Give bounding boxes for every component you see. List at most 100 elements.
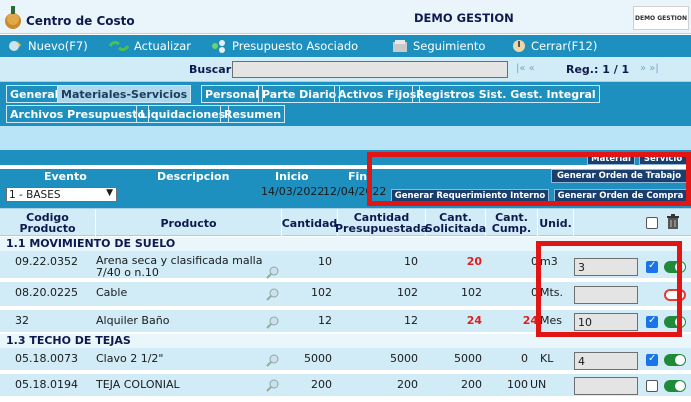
tab-parte-diario[interactable]: Parte Diario bbox=[258, 85, 341, 103]
toolbar: Nuevo(F7) Actualizar Presupuesto Asociad… bbox=[0, 35, 691, 57]
qty-value: 200 bbox=[311, 378, 332, 391]
requested-value: 24 bbox=[466, 314, 482, 327]
trash-icon[interactable] bbox=[666, 214, 680, 230]
row-toggle[interactable] bbox=[664, 380, 686, 392]
magnifier-icon[interactable] bbox=[266, 315, 280, 329]
tab-activos-fijos-label: Activos Fijos bbox=[338, 87, 417, 101]
unit-value: Mes bbox=[540, 314, 562, 327]
product-name: Clavo 2 1/2" bbox=[96, 352, 164, 365]
company-name: DEMO GESTION bbox=[414, 11, 514, 25]
internal-requirement-button[interactable]: Generar Requerimiento Interno bbox=[391, 189, 549, 203]
qty-value: 10 bbox=[318, 255, 332, 268]
group-header: 1.3 TECHO DE TEJAS bbox=[0, 334, 691, 348]
start-col-header: Inicio bbox=[275, 170, 309, 183]
row-toggle[interactable] bbox=[664, 354, 686, 366]
magnifier-icon[interactable] bbox=[266, 287, 280, 301]
budget-value: 12 bbox=[404, 314, 418, 327]
service-button[interactable]: Servicio bbox=[639, 153, 687, 165]
event-col-header: Evento bbox=[44, 170, 87, 183]
order-qty-input[interactable]: 10 bbox=[574, 313, 638, 331]
item-type-bar: Material Servicio bbox=[0, 150, 691, 165]
close-icon bbox=[513, 40, 525, 52]
requested-value: 5000 bbox=[454, 352, 482, 365]
budget-value: 5000 bbox=[390, 352, 418, 365]
requested-value: 20 bbox=[466, 255, 482, 268]
table-row[interactable]: 09.22.0352 Arena seca y clasificada mall… bbox=[0, 251, 691, 280]
new-label: Nuevo(F7) bbox=[28, 39, 88, 53]
order-qty-input[interactable]: 4 bbox=[574, 352, 638, 370]
table-row[interactable]: 05.18.0194 TEJA COLONIAL 200 200 200 100… bbox=[0, 374, 691, 398]
magnifier-icon[interactable] bbox=[266, 353, 280, 367]
refresh-label: Actualizar bbox=[134, 39, 192, 53]
table-row[interactable]: 08.20.0225 Cable 102 102 102 0 Mts. bbox=[0, 282, 691, 308]
tab-resumen[interactable]: Resumen bbox=[220, 105, 286, 123]
event-start-date: 14/03/2022 bbox=[261, 185, 325, 198]
budget-button[interactable]: Presupuesto Asociado bbox=[210, 38, 358, 54]
company-logo: DEMO GESTION bbox=[633, 6, 689, 30]
completed-value: 24 bbox=[522, 314, 538, 327]
row-toggle[interactable] bbox=[664, 316, 686, 328]
refresh-button[interactable]: Actualizar bbox=[108, 38, 191, 54]
row-checkbox[interactable] bbox=[646, 353, 658, 366]
app-title: Centro de Costo bbox=[26, 14, 135, 28]
tabs-area: General Materiales-Servicios Personal Pa… bbox=[0, 82, 691, 126]
table-row[interactable]: 05.18.0073 Clavo 2 1/2" 5000 5000 5000 0… bbox=[0, 348, 691, 372]
tracking-icon bbox=[393, 40, 407, 52]
row-checkbox[interactable] bbox=[646, 315, 658, 328]
close-button[interactable]: Cerrar(F12) bbox=[511, 38, 597, 54]
work-order-button[interactable]: Generar Orden de Trabajo bbox=[551, 169, 687, 183]
event-select[interactable]: 1 - BASES ▼ bbox=[6, 187, 117, 202]
tab-liquidaciones[interactable]: Liquidaciones bbox=[136, 105, 230, 123]
tab-archivos-presupuesto[interactable]: Archivos Presupuesto bbox=[6, 105, 150, 123]
magnifier-icon[interactable] bbox=[266, 265, 280, 279]
magnifier-icon[interactable] bbox=[266, 378, 280, 392]
table-row[interactable]: 32 Alquiler Baño 12 12 24 24 Mes 10 bbox=[0, 310, 691, 334]
search-input[interactable] bbox=[232, 61, 508, 78]
budget-value: 10 bbox=[404, 255, 418, 268]
refresh-icon bbox=[108, 40, 130, 52]
product-name: Alquiler Baño bbox=[96, 314, 170, 327]
qty-value: 5000 bbox=[304, 352, 332, 365]
title-bar: Centro de Costo DEMO GESTION DEMO GESTIO… bbox=[0, 0, 691, 34]
row-checkbox[interactable] bbox=[646, 260, 658, 273]
select-all-checkbox[interactable] bbox=[646, 217, 658, 229]
tab-registros[interactable]: Registros Sist. Gest. Integral bbox=[412, 85, 600, 103]
tab-activos-fijos[interactable]: Activos Fijos bbox=[334, 85, 421, 103]
nav-first-prev[interactable]: |« « bbox=[516, 63, 535, 74]
close-label: Cerrar(F12) bbox=[531, 39, 598, 53]
tab-general[interactable]: General bbox=[6, 85, 63, 103]
requested-value: 200 bbox=[461, 378, 482, 391]
budget-label: Presupuesto Asociado bbox=[232, 39, 359, 53]
nav-next-last[interactable]: » »| bbox=[640, 63, 659, 74]
material-button[interactable]: Material bbox=[587, 153, 635, 165]
unit-value: UN bbox=[530, 378, 547, 391]
row-toggle[interactable] bbox=[664, 289, 686, 301]
completed-col-header: Cant. Cump. bbox=[486, 209, 538, 237]
tab-archivos-presupuesto-label: Archivos Presupuesto bbox=[10, 107, 146, 121]
tab-general-label: General bbox=[10, 87, 59, 101]
row-toggle[interactable] bbox=[664, 261, 686, 273]
group-header: 1.1 MOVIMIENTO DE SUELO bbox=[0, 237, 691, 251]
completed-value: 0 bbox=[521, 352, 528, 365]
qty-value: 102 bbox=[311, 286, 332, 299]
order-qty-input[interactable] bbox=[574, 286, 638, 304]
description-col-header: Descripcion bbox=[157, 170, 230, 183]
unit-col-header: Unid. bbox=[538, 209, 574, 237]
purchase-order-button[interactable]: Generar Orden de Compra bbox=[554, 189, 687, 203]
tab-personal[interactable]: Personal bbox=[201, 85, 264, 103]
budget-icon bbox=[212, 40, 225, 53]
order-qty-input[interactable]: 3 bbox=[574, 258, 638, 276]
product-code: 05.18.0073 bbox=[15, 352, 78, 365]
search-row: Buscar |« « Reg.: 1 / 1 » »| bbox=[0, 57, 691, 82]
budget-value: 102 bbox=[397, 286, 418, 299]
end-col-header: Fin bbox=[348, 170, 368, 183]
product-col-header: Producto bbox=[96, 209, 282, 237]
tracking-button[interactable]: Seguimiento bbox=[391, 38, 485, 54]
requested-col-header: Cant. Solicitada bbox=[424, 209, 487, 237]
row-checkbox[interactable] bbox=[646, 380, 658, 392]
order-qty-input[interactable] bbox=[574, 377, 638, 395]
app-logo-icon bbox=[5, 6, 21, 29]
tab-materiales-servicios[interactable]: Materiales-Servicios bbox=[57, 85, 192, 103]
unit-value: Mts. bbox=[540, 286, 564, 299]
new-button[interactable]: Nuevo(F7) bbox=[8, 38, 88, 54]
